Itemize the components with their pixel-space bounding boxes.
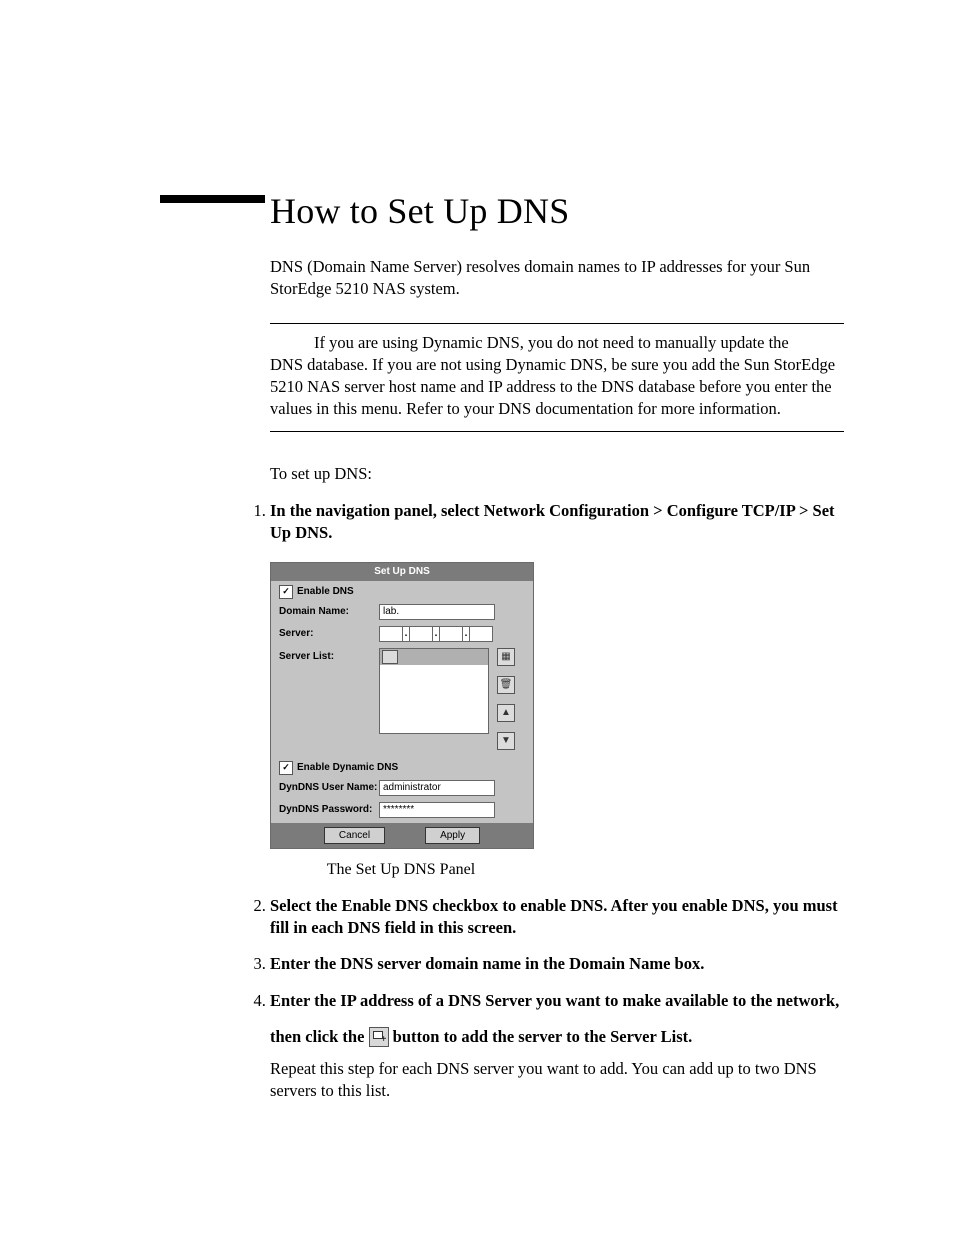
page-title: How to Set Up DNS bbox=[270, 190, 844, 232]
apply-button[interactable]: Apply bbox=[425, 827, 480, 845]
setup-dns-panel: Set Up DNS Enable DNS Domain Name: lab. … bbox=[270, 562, 534, 849]
step-3-text: Enter the DNS server domain name in the … bbox=[270, 954, 704, 973]
move-up-icon[interactable]: ▲ bbox=[497, 704, 515, 722]
step-2-text: Select the Enable DNS checkbox to enable… bbox=[270, 896, 838, 937]
steps-list: In the navigation panel, select Network … bbox=[244, 500, 844, 1103]
dyndns-pass-label: DynDNS Password: bbox=[279, 803, 379, 817]
add-server-icon[interactable]: ▦ bbox=[497, 648, 515, 666]
server-list-selected[interactable] bbox=[380, 649, 488, 665]
step-1: In the navigation panel, select Network … bbox=[270, 500, 844, 881]
move-down-icon[interactable]: ▼ bbox=[497, 732, 515, 750]
cancel-button[interactable]: Cancel bbox=[324, 827, 385, 845]
delete-server-icon[interactable]: 🗑 bbox=[497, 676, 515, 694]
enable-dyndns-row: Enable Dynamic DNS bbox=[275, 757, 529, 777]
step-2: Select the Enable DNS checkbox to enable… bbox=[270, 895, 844, 940]
step-1-text: In the navigation panel, select Network … bbox=[270, 501, 835, 542]
section-rule bbox=[160, 195, 265, 203]
dyndns-user-input[interactable]: administrator bbox=[379, 780, 495, 796]
step-4-followup: Repeat this step for each DNS server you… bbox=[270, 1058, 844, 1103]
server-ip-input[interactable]: . . . bbox=[379, 626, 493, 642]
note-line1: If you are using Dynamic DNS, you do not… bbox=[270, 332, 844, 354]
server-icon bbox=[382, 650, 398, 664]
server-list-label: Server List: bbox=[279, 648, 379, 664]
domain-name-input[interactable]: lab. bbox=[379, 604, 495, 620]
enable-dns-row: Enable DNS bbox=[275, 581, 529, 601]
domain-name-label: Domain Name: bbox=[279, 605, 379, 619]
lead-in: To set up DNS: bbox=[270, 464, 844, 484]
panel-title: Set Up DNS bbox=[271, 563, 533, 581]
panel-caption: The Set Up DNS Panel bbox=[270, 859, 532, 881]
enable-dyndns-checkbox[interactable] bbox=[279, 761, 293, 775]
note-box: If you are using Dynamic DNS, you do not… bbox=[270, 323, 844, 432]
enable-dyndns-label: Enable Dynamic DNS bbox=[297, 761, 398, 775]
server-label: Server: bbox=[279, 627, 379, 641]
dyndns-user-label: DynDNS User Name: bbox=[279, 781, 379, 795]
server-list[interactable] bbox=[379, 648, 489, 734]
step-4: Enter the IP address of a DNS Server you… bbox=[270, 990, 844, 1103]
enable-dns-label: Enable DNS bbox=[297, 585, 354, 599]
step-4-pre: then click the bbox=[270, 1027, 369, 1046]
dyndns-pass-input[interactable]: ******** bbox=[379, 802, 495, 818]
step-4-line1: Enter the IP address of a DNS Server you… bbox=[270, 990, 844, 1012]
intro-paragraph: DNS (Domain Name Server) resolves domain… bbox=[270, 256, 844, 301]
note-rest: DNS database. If you are not using Dynam… bbox=[270, 354, 844, 421]
enable-dns-checkbox[interactable] bbox=[279, 585, 293, 599]
add-server-inline-icon: + bbox=[369, 1027, 389, 1047]
step-3: Enter the DNS server domain name in the … bbox=[270, 953, 844, 975]
step-4-post: button to add the server to the Server L… bbox=[393, 1027, 693, 1046]
